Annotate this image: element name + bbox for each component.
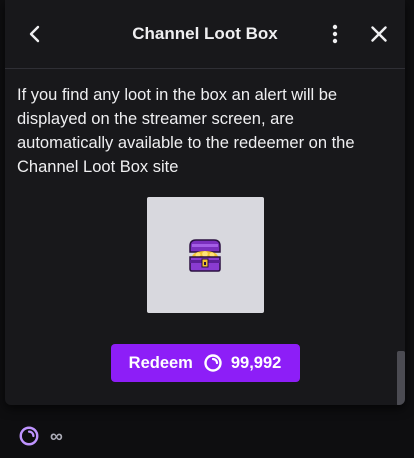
reward-popover: Channel Loot Box If you find any loot in…: [5, 0, 405, 405]
redeem-cost-value: 99,992: [230, 353, 282, 372]
popover-header: Channel Loot Box: [5, 0, 405, 69]
scrollbar-thumb[interactable]: [397, 351, 405, 405]
back-button[interactable]: [13, 12, 57, 56]
points-balance-value: ∞: [50, 425, 63, 446]
reward-description: If you find any loot in the box an alert…: [17, 86, 355, 176]
channel-points-icon: [19, 426, 39, 446]
redeem-button[interactable]: Redeem 99,992: [110, 344, 300, 382]
more-vertical-icon: [332, 24, 338, 44]
redeem-label: Redeem: [128, 353, 193, 372]
reward-image: [146, 197, 264, 313]
close-button[interactable]: [357, 12, 401, 56]
channel-points-icon: [204, 354, 222, 372]
close-icon: [371, 26, 387, 42]
more-options-button[interactable]: [313, 12, 357, 56]
points-balance[interactable]: ∞: [18, 425, 63, 447]
treasure-chest-icon: [189, 239, 221, 272]
redeem-cost: 99,992: [203, 353, 281, 373]
chevron-left-icon: [29, 25, 40, 43]
